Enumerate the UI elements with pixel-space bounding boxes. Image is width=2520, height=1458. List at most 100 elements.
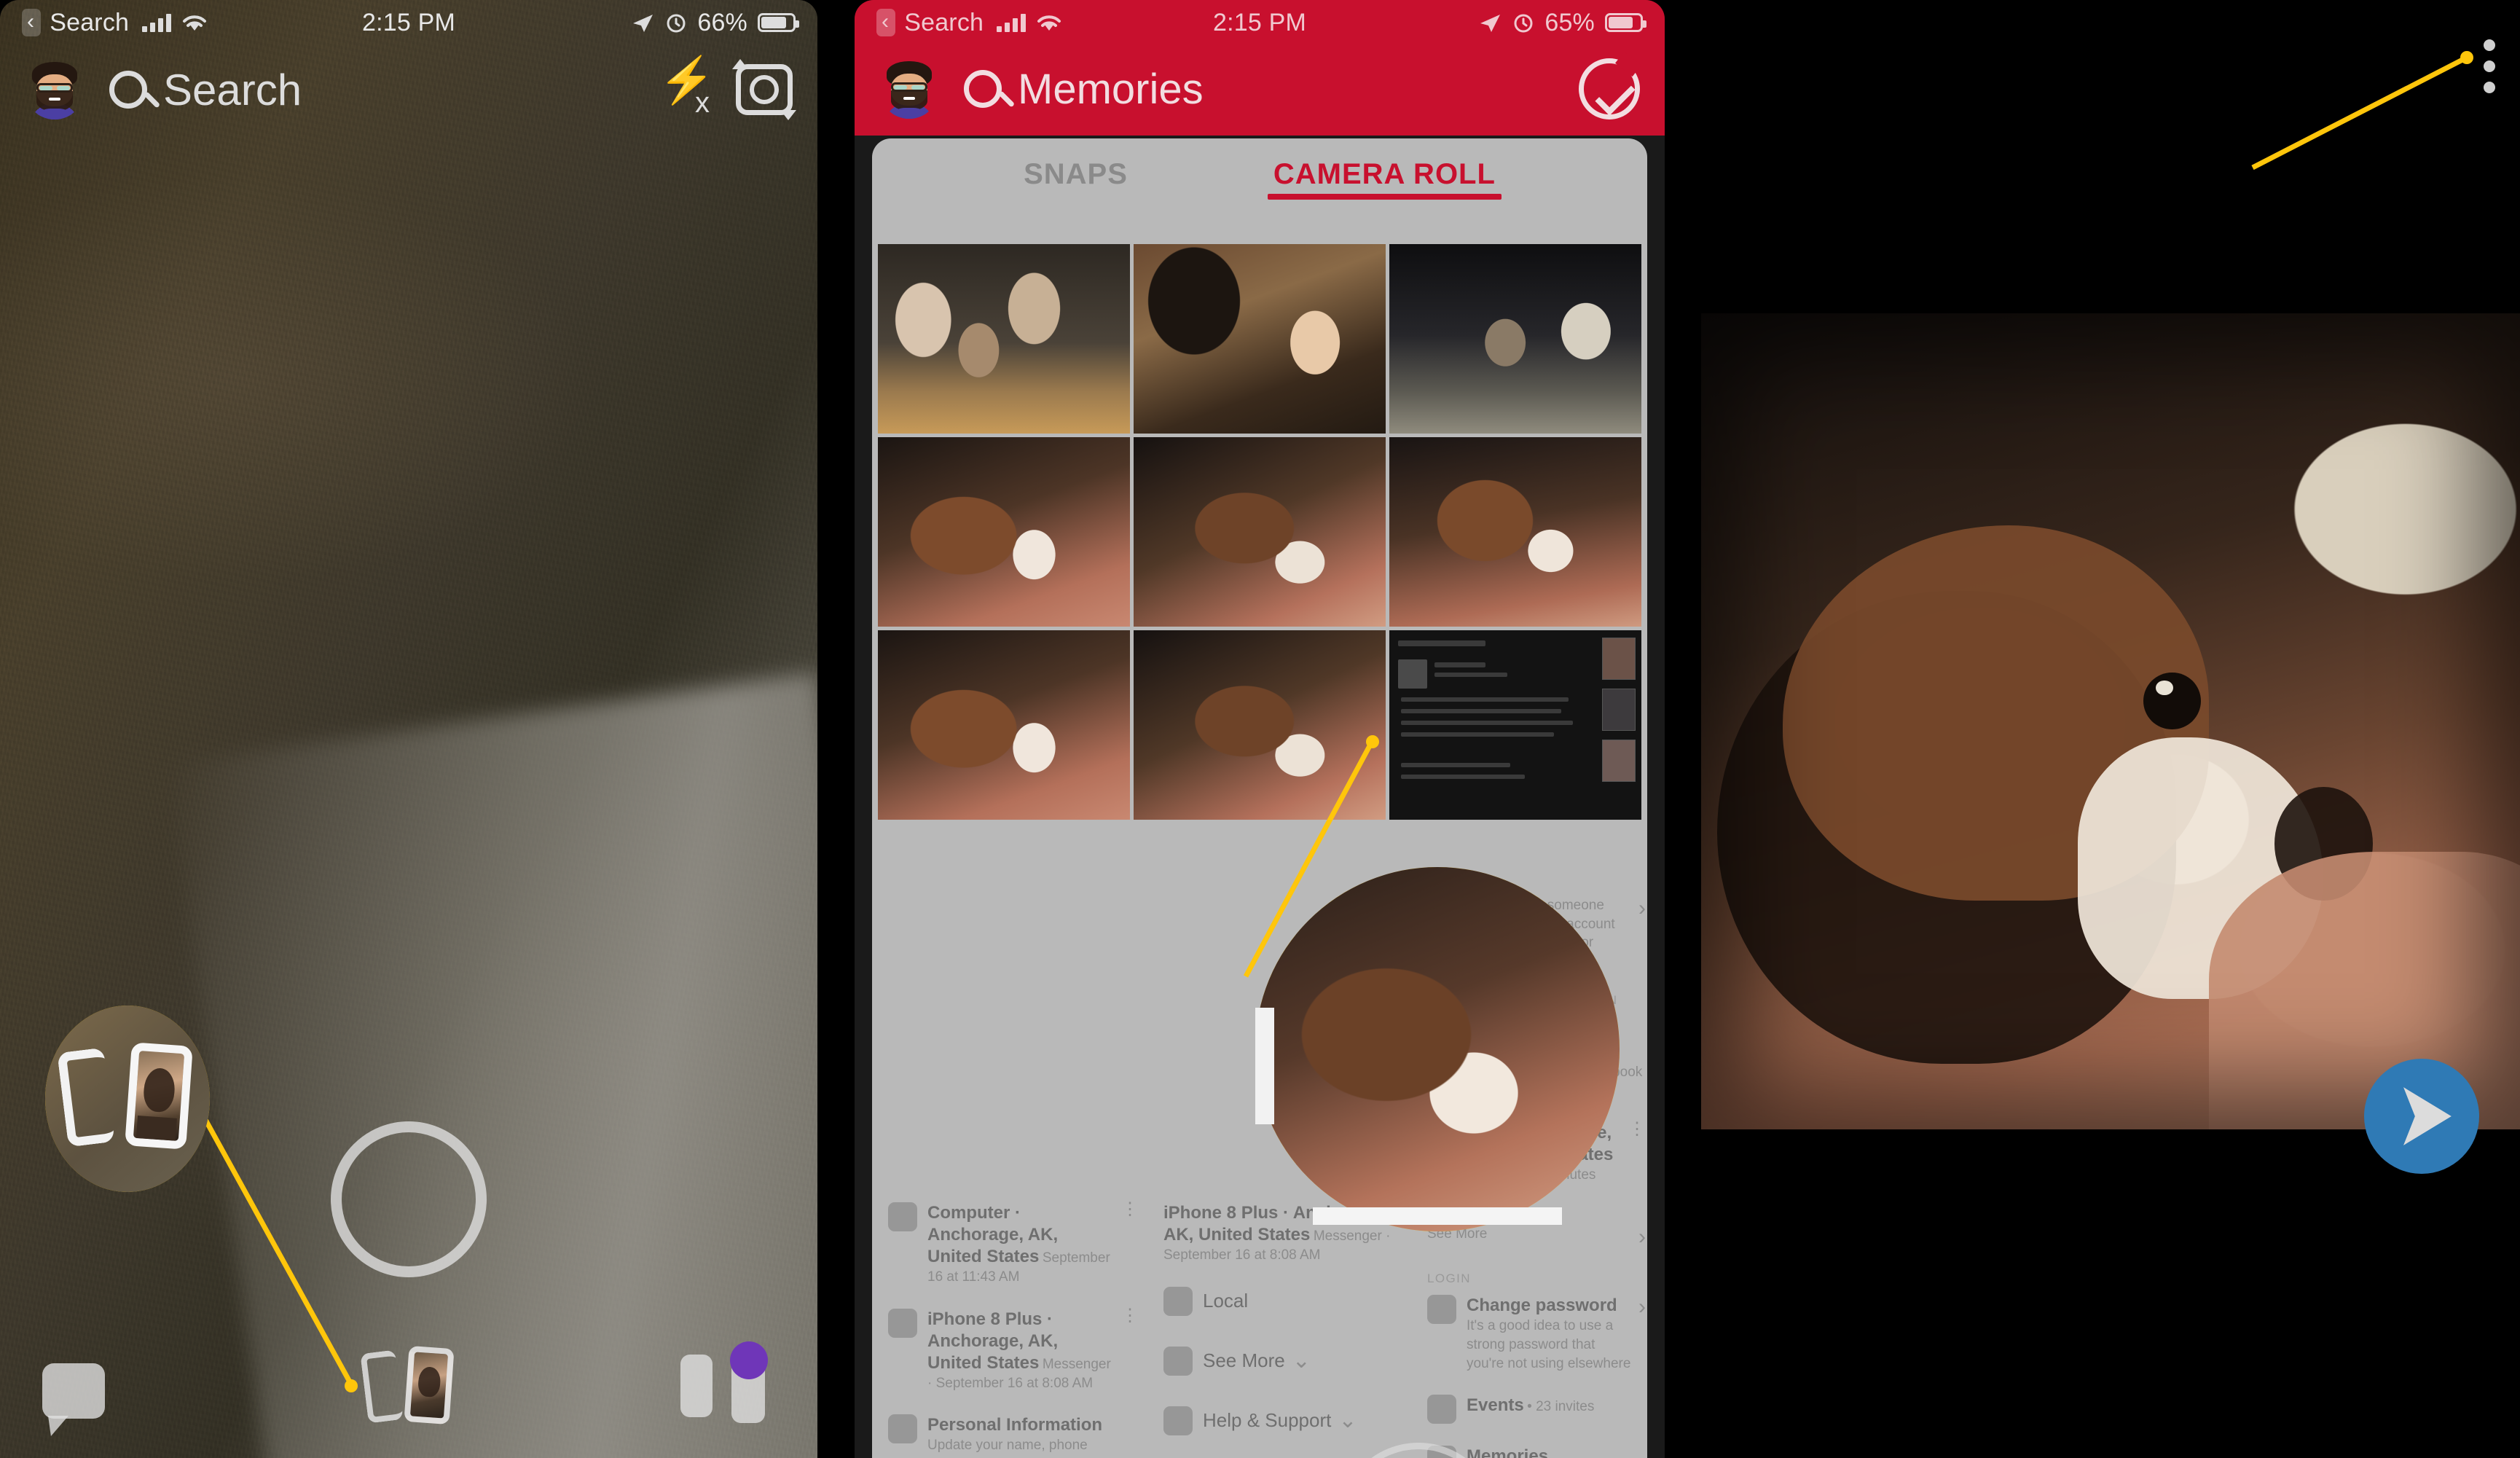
location-arrow-icon xyxy=(1480,15,1501,32)
wifi-icon xyxy=(183,15,207,31)
back-chevron-icon: ‹ xyxy=(27,9,35,34)
memories-cards-icon[interactable] xyxy=(360,1345,456,1427)
battery-percent-label: 66% xyxy=(697,8,747,36)
list-item-subtitle: • 23 invites xyxy=(1527,1399,1595,1415)
overflow-dots-icon[interactable]: ⋮ xyxy=(1121,1306,1139,1324)
status-bar-right: 66% xyxy=(630,8,799,37)
photo-tile[interactable] xyxy=(1134,244,1386,434)
three-dots-vertical-icon[interactable] xyxy=(2484,39,2495,93)
panel-snapchat-camera: ‹ Search 2:15 PM 66% Search ⚡ x xyxy=(0,0,817,1458)
location-pin-icon xyxy=(1163,1286,1193,1316)
send-arrow-icon xyxy=(2403,1087,2452,1145)
list-item: Events • 23 invites xyxy=(1427,1395,1646,1424)
list-item-title: Change password xyxy=(1467,1296,1617,1316)
panel-snapchat-memories: ‹ Search 2:15 PM 65% Memories SNAPS CAME… xyxy=(855,0,1665,1458)
camera-bottom-bar xyxy=(0,1322,817,1432)
page-title: Memories xyxy=(1018,65,1204,113)
phone-icon xyxy=(888,1308,917,1338)
memories-top-bar: Memories xyxy=(855,42,1665,136)
status-bar-left: ‹ Search xyxy=(22,9,209,37)
chevron-right-icon: › xyxy=(1638,896,1646,920)
stories-badge-dot xyxy=(730,1341,768,1379)
search-button[interactable]: Search xyxy=(109,65,302,115)
grid-apps-icon xyxy=(1163,1346,1193,1376)
chat-bubble-icon[interactable] xyxy=(42,1363,105,1419)
back-chevron-icon: ‹ xyxy=(882,9,890,34)
photo-tile[interactable] xyxy=(1389,630,1641,820)
photo-tile[interactable] xyxy=(1134,630,1386,820)
list-item: Change password It's a good idea to use … xyxy=(1427,1295,1646,1373)
overflow-dots-icon[interactable]: ⋮ xyxy=(1121,1200,1139,1218)
screenshot-stage: ‹ Search 2:15 PM 66% Search ⚡ x ‹ Search… xyxy=(0,0,2520,1458)
ghost-settings-middle-column: iPhone 8 Plus · Anchorage, AK, United St… xyxy=(1163,1200,1414,1458)
tab-camera-roll[interactable]: CAMERA ROLL xyxy=(1267,158,1502,200)
stories-icon[interactable] xyxy=(680,1341,768,1424)
search-label: Search xyxy=(163,65,302,114)
memories-sheet: SNAPS CAMERA ROLL Computer · Anchorage, … xyxy=(872,138,1647,1458)
overflow-dots-icon[interactable]: ⋮ xyxy=(1628,1121,1646,1138)
menu-item-label: Local xyxy=(1203,1290,1249,1312)
camera-top-icons: ⚡ x xyxy=(659,58,796,120)
menu-item[interactable]: Help & Support ⌄ xyxy=(1163,1406,1414,1435)
list-item-title: Personal Information xyxy=(927,1415,1103,1435)
callout-circle-photo-tile xyxy=(1255,867,1620,1231)
photo-tile[interactable] xyxy=(1389,437,1641,627)
bitmoji-avatar[interactable] xyxy=(879,59,939,119)
help-circle-icon xyxy=(1163,1406,1193,1435)
status-bar: ‹ Search 2:15 PM 65% xyxy=(855,0,1665,45)
cellular-signal-icon xyxy=(142,13,172,32)
alarm-clock-icon xyxy=(1514,14,1533,33)
wifi-icon xyxy=(1037,15,1061,31)
ghost-settings-left-column: Computer · Anchorage, AK, United States … xyxy=(888,1200,1139,1458)
send-button[interactable] xyxy=(2364,1059,2479,1174)
search-icon xyxy=(964,70,1002,108)
back-to-search-button[interactable]: ‹ xyxy=(876,9,896,36)
bitmoji-avatar[interactable] xyxy=(25,60,85,119)
camera-shutter-button[interactable] xyxy=(331,1121,487,1277)
battery-icon xyxy=(1605,13,1646,32)
alarm-clock-icon xyxy=(667,14,686,33)
tab-snaps[interactable]: SNAPS xyxy=(1024,158,1128,200)
section-header: LOGIN xyxy=(1427,1271,1471,1286)
preview-photo[interactable] xyxy=(1701,313,2520,1129)
photo-tile[interactable] xyxy=(878,244,1130,434)
computer-icon xyxy=(888,1202,917,1231)
calendar-icon xyxy=(1427,1395,1456,1424)
back-label: Search xyxy=(904,8,984,36)
battery-icon xyxy=(758,13,799,32)
back-to-search-button[interactable]: ‹ xyxy=(22,9,42,36)
menu-item[interactable]: Local xyxy=(1163,1286,1414,1316)
list-item: Personal Information Update your name, p… xyxy=(888,1414,1139,1458)
back-label: Search xyxy=(50,8,130,36)
list-item: Computer · Anchorage, AK, United States … xyxy=(888,1200,1139,1287)
menu-item-label: Help & Support xyxy=(1203,1409,1332,1432)
status-bar-left: ‹ Search xyxy=(876,9,1064,37)
memories-search-button[interactable]: Memories xyxy=(964,65,1204,114)
panel-photo-preview xyxy=(1701,0,2520,1458)
chevron-right-icon: › xyxy=(1638,1295,1646,1320)
list-item-title: Memories xyxy=(1467,1446,1549,1458)
list-item-title: Computer · Anchorage, AK, United States xyxy=(927,1203,1059,1266)
check-circle-icon[interactable] xyxy=(1579,58,1640,119)
list-item-title: iPhone 8 Plus · Anchorage, AK, United St… xyxy=(927,1309,1059,1373)
memories-header-bar: ‹ Search 2:15 PM 65% Memories xyxy=(855,0,1665,136)
chevron-down-icon: ⌄ xyxy=(1292,1349,1311,1373)
location-arrow-icon xyxy=(633,15,653,32)
list-item-subtitle: Update your name, phone numbers and emai… xyxy=(927,1438,1113,1458)
flash-off-icon[interactable]: ⚡ x xyxy=(659,58,715,119)
list-item: iPhone 8 Plus · Anchorage, AK, United St… xyxy=(888,1306,1139,1393)
list-item-subtitle: It's a good idea to use a strong passwor… xyxy=(1467,1318,1631,1371)
person-icon xyxy=(888,1414,917,1444)
status-bar-right: 65% xyxy=(1477,9,1646,37)
flip-camera-icon[interactable] xyxy=(732,59,796,120)
camera-roll-grid xyxy=(878,244,1641,820)
menu-item[interactable]: See More ⌄ xyxy=(1163,1346,1414,1376)
photo-tile[interactable] xyxy=(878,630,1130,820)
photo-tile[interactable] xyxy=(1389,244,1641,434)
photo-tile[interactable] xyxy=(878,437,1130,627)
cellular-signal-icon xyxy=(997,13,1027,32)
search-icon xyxy=(109,71,147,109)
key-icon xyxy=(1427,1295,1456,1325)
status-bar: ‹ Search 2:15 PM 66% xyxy=(0,0,817,45)
photo-tile[interactable] xyxy=(1134,437,1386,627)
